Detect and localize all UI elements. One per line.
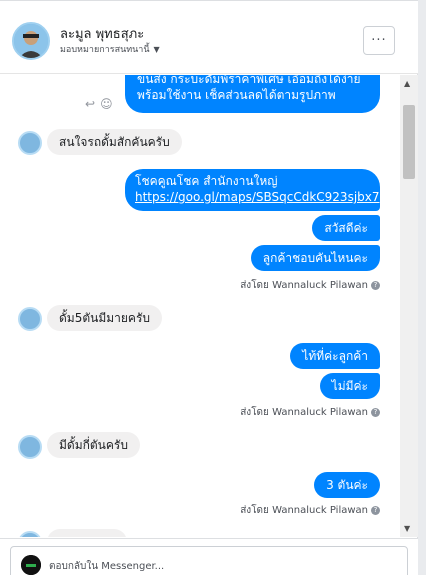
message-outgoing: โชคคูณโชค สำนักงานใหญ่ https://goo.gl/ma… (125, 169, 380, 211)
page-logo-icon (21, 555, 41, 575)
message-outgoing: ไม่มีค่ะ (319, 373, 380, 399)
message-outgoing: ไท้ที่ค่ะลูกค้า (290, 343, 380, 369)
caret-down-icon: ▼ (153, 44, 160, 54)
message-outgoing: ขนส่ง กระบะดั้มพ์ราคาพิเศษ เอื้อมถึงได้ง… (125, 75, 380, 113)
message-incoming (47, 529, 127, 537)
message-text: โชคคูณโชค สำนักงานใหญ่ (135, 174, 278, 188)
message-outgoing: สวัสดีค่ะ (312, 215, 380, 241)
message-thread: ขนส่ง กระบะดั้มพ์ราคาพิเศษ เอื้อมถึงได้ง… (0, 75, 400, 537)
emoji-reaction-icon[interactable]: ☺ (100, 97, 113, 111)
message-incoming: สนใจรถดั้มสักคันครับ (47, 129, 182, 155)
contact-name[interactable]: ละมูล พุทธสุภะ (60, 23, 144, 44)
reply-icon[interactable]: ↩ (85, 97, 95, 111)
message-outgoing: 3 ตันค่ะ (314, 472, 380, 498)
truck-logo-icon (21, 555, 41, 575)
contact-avatar-small (18, 435, 42, 459)
message-incoming: ดั้ม5ตันมีมายครับ (47, 305, 163, 331)
message-text: ขนส่ง กระบะดั้มพ์ราคาพิเศษ เอื้อมถึงได้ง… (137, 75, 361, 86)
avatar-photo-icon (14, 24, 48, 58)
message-incoming: มีดั้มกี่ตันครับ (47, 432, 140, 458)
assign-conversation[interactable]: มอบหมายการสนทนานี้ ▼ (60, 42, 160, 56)
reply-placeholder: ตอบกลับใน Messenger... (49, 561, 165, 572)
help-icon[interactable]: ? (371, 506, 380, 515)
contact-avatar-small (18, 131, 42, 155)
contact-avatar[interactable] (12, 22, 50, 60)
message-text: พร้อมใช้งาน เช็คส่วนลดได้ตามรูปภาพ (137, 88, 336, 102)
conversation-header: ละมูล พุทธสุภะ มอบหมายการสนทนานี้ ▼ ··· (0, 0, 418, 74)
help-icon[interactable]: ? (371, 281, 380, 290)
scroll-down-icon[interactable]: ▼ (404, 524, 410, 533)
sent-by-text: ส่งโดย Wannaluck Pilawan (240, 280, 368, 291)
messenger-window: ละมูล พุทธสุภะ มอบหมายการสนทนานี้ ▼ ··· … (0, 0, 418, 575)
map-link[interactable]: https://goo.gl/maps/SBSqcCdkC923sjbx7 (135, 190, 380, 204)
scrollbar-thumb[interactable] (403, 105, 415, 179)
reply-composer: ตอบกลับใน Messenger... (0, 538, 418, 575)
contact-avatar-small (18, 307, 42, 331)
sent-by-label: ส่งโดย Wannaluck Pilawan ? (240, 503, 380, 518)
sent-by-text: ส่งโดย Wannaluck Pilawan (240, 407, 368, 418)
reply-input[interactable]: ตอบกลับใน Messenger... (10, 546, 408, 575)
thread-scrollbar[interactable]: ▲ ▼ (400, 75, 418, 537)
message-actions: ↩ ☺ (85, 97, 113, 111)
assign-label: มอบหมายการสนทนานี้ (60, 45, 150, 55)
message-outgoing: ลูกค้าชอบคันไหนคะ (250, 245, 380, 271)
sent-by-label: ส่งโดย Wannaluck Pilawan ? (240, 278, 380, 293)
more-options-button[interactable]: ··· (363, 26, 395, 55)
scroll-up-icon[interactable]: ▲ (404, 79, 410, 88)
sent-by-text: ส่งโดย Wannaluck Pilawan (240, 505, 368, 516)
help-icon[interactable]: ? (371, 408, 380, 417)
sent-by-label: ส่งโดย Wannaluck Pilawan ? (240, 405, 380, 420)
contact-avatar-small (18, 531, 42, 537)
